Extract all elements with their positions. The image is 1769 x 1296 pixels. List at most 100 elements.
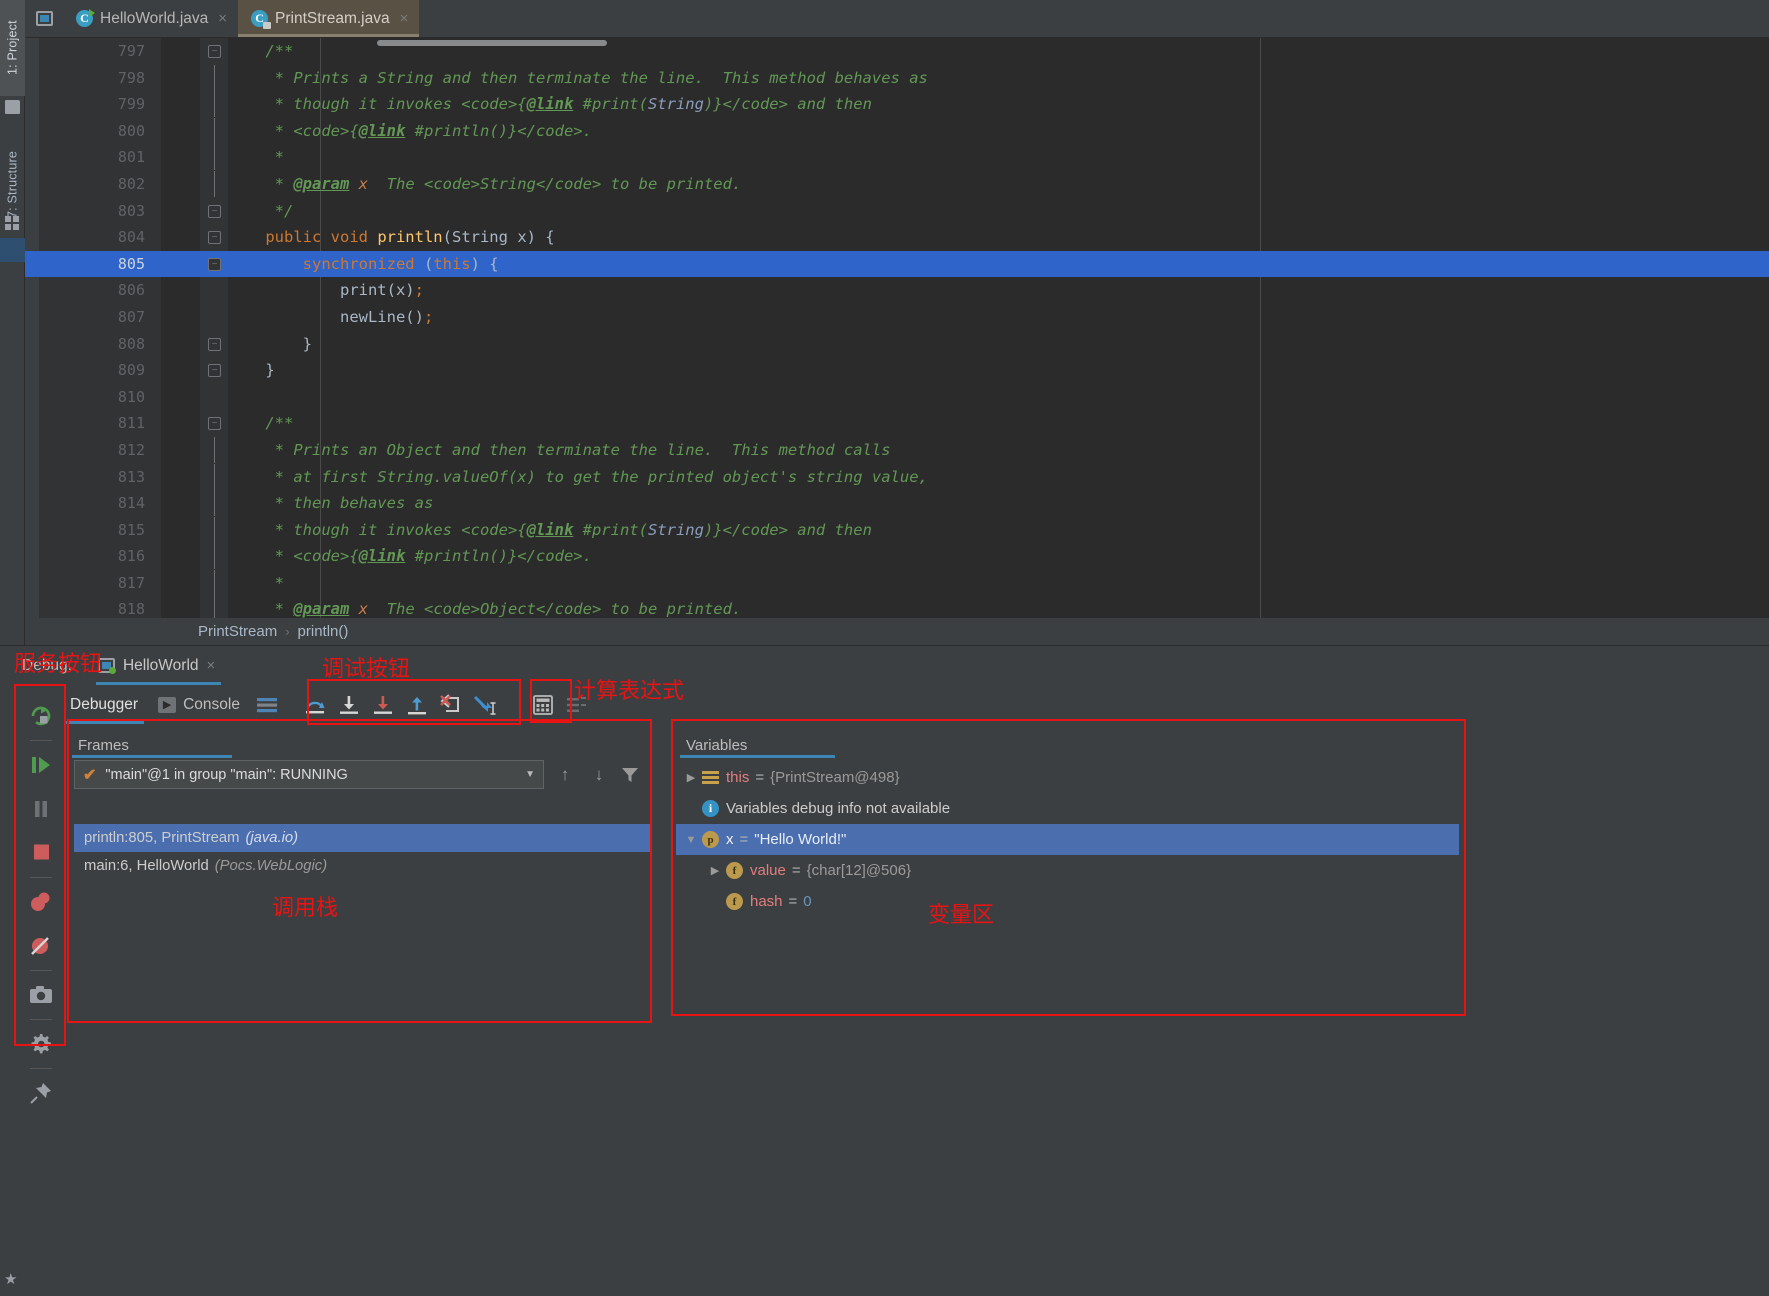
code-text: newLine(); (228, 307, 434, 326)
tab-helloworld-java[interactable]: C HelloWorld.java × (63, 0, 238, 37)
code-line[interactable]: 814 * then behaves as (25, 490, 1769, 517)
tab-label: Console (183, 695, 240, 713)
code-line[interactable]: 805 synchronized (this) { (25, 250, 1769, 278)
fold-region-line (208, 170, 221, 197)
settings-gear-icon[interactable] (22, 1022, 60, 1066)
move-down-icon[interactable]: ↓ (586, 765, 612, 785)
code-line[interactable]: 799 * though it invokes <code>{@link #pr… (25, 91, 1769, 118)
thread-select[interactable]: ✔ "main"@1 in group "main": RUNNING ▼ (74, 760, 544, 789)
close-icon[interactable]: × (218, 10, 227, 27)
code-line[interactable]: 812 * Prints an Object and then terminat… (25, 436, 1769, 464)
code-line[interactable]: 803 */ (25, 198, 1769, 225)
code-line[interactable]: 818 * @param x The <code>Object</code> t… (25, 596, 1769, 618)
debug-session-tab-helloworld[interactable]: HelloWorld × (92, 646, 225, 685)
structure-tab-label: 7: Structure (5, 150, 20, 218)
equals-sign: = (739, 831, 749, 848)
variables-panel: Variables ▶this={PrintStream@498}▶iVaria… (676, 728, 1459, 1264)
parameter-icon: p (702, 831, 719, 848)
code-text: * Prints an Object and then terminate th… (228, 440, 891, 459)
variable-name: value (750, 862, 786, 879)
variable-name: hash (750, 893, 783, 910)
line-number: 800 (117, 121, 145, 140)
code-line[interactable]: 807 newLine(); (25, 304, 1769, 331)
code-line[interactable]: 808 } (25, 331, 1769, 358)
line-number: 804 (117, 228, 145, 247)
code-line[interactable]: 810 (25, 384, 1769, 411)
code-line[interactable]: 811 /** (25, 410, 1769, 437)
fold-toggle-icon[interactable] (208, 337, 221, 351)
step-over-icon[interactable] (298, 685, 332, 724)
breadcrumb[interactable]: PrintStream › println() (161, 618, 1769, 645)
stop-icon[interactable] (22, 831, 60, 875)
mute-breakpoints-icon[interactable] (22, 924, 60, 968)
tab-debugger[interactable]: Debugger (60, 685, 148, 724)
fold-toggle-icon[interactable] (208, 364, 221, 378)
frame-row[interactable]: main:6, HelloWorld (Pocs.WebLogic) (74, 852, 650, 880)
chevron-right-icon[interactable]: ▶ (704, 864, 726, 877)
variable-row[interactable]: ▶ f value = {char[12]@506} (676, 855, 1459, 886)
fold-toggle-icon[interactable] (208, 204, 221, 218)
fold-region-line (208, 596, 221, 618)
evaluate-expression-icon[interactable] (526, 685, 560, 724)
thread-selector-row: ✔ "main"@1 in group "main": RUNNING ▼ ↑ … (68, 758, 652, 791)
chevron-down-icon[interactable]: ▼ (525, 769, 535, 780)
close-icon[interactable]: × (400, 10, 409, 27)
breadcrumb-method[interactable]: println() (298, 623, 349, 640)
code-text: * then behaves as (228, 494, 434, 513)
variable-row[interactable]: ▶ this = {PrintStream@498} (676, 762, 1459, 793)
fold-toggle-icon[interactable] (208, 417, 221, 431)
frame-row[interactable]: println:805, PrintStream (java.io) (74, 824, 650, 852)
code-line[interactable]: 801 * (25, 144, 1769, 171)
code-line[interactable]: 816 * <code>{@link #println()}</code>. (25, 543, 1769, 570)
camera-icon[interactable] (22, 973, 60, 1017)
code-editor[interactable]: 797 /**798 * Prints a String and then te… (25, 38, 1769, 618)
line-number: 803 (117, 201, 145, 220)
pause-program-icon[interactable] (22, 787, 60, 831)
code-line[interactable]: 815 * though it invokes <code>{@link #pr… (25, 516, 1769, 544)
close-icon[interactable]: × (207, 657, 216, 674)
pin-icon[interactable] (22, 1071, 60, 1115)
variables-tree[interactable]: ▶this={PrintStream@498}▶iVariables debug… (676, 762, 1459, 917)
chevron-down-icon[interactable]: ▼ (680, 834, 702, 846)
rerun-icon[interactable] (22, 694, 60, 738)
fold-toggle-icon[interactable] (208, 257, 221, 271)
breadcrumb-class[interactable]: PrintStream (198, 623, 277, 640)
info-icon: i (702, 800, 719, 817)
code-line[interactable]: 804 public void println(String x) { (25, 224, 1769, 251)
fold-toggle-icon[interactable] (208, 45, 221, 58)
tab-console[interactable]: ▶ Console (148, 685, 250, 724)
step-out-icon[interactable] (400, 685, 434, 724)
code-line[interactable]: 802 * @param x The <code>String</code> t… (25, 170, 1769, 198)
run-to-cursor-icon[interactable] (468, 685, 502, 724)
code-line[interactable]: 800 * <code>{@link #println()}</code>. (25, 117, 1769, 145)
force-step-into-icon[interactable] (366, 685, 400, 724)
code-line[interactable]: 817 * (25, 569, 1769, 597)
fold-toggle-icon[interactable] (208, 231, 221, 245)
debug-action-rail (22, 685, 60, 1296)
variable-row[interactable]: ▶i Variables debug info not available (676, 793, 1459, 824)
rail-separator (30, 1019, 52, 1020)
frames-list[interactable]: println:805, PrintStream (java.io) main:6,… (74, 824, 650, 1262)
step-into-icon[interactable] (332, 685, 366, 724)
view-breakpoints-icon[interactable] (22, 880, 60, 924)
variable-row[interactable]: ▶fhash = 0 (676, 886, 1459, 917)
filter-icon[interactable] (620, 766, 646, 784)
chevron-right-icon[interactable]: ▶ (680, 771, 702, 784)
resume-program-icon[interactable] (22, 743, 60, 787)
code-line[interactable]: 806 print(x); (25, 277, 1769, 304)
drop-frame-icon[interactable] (434, 685, 468, 724)
fold-region-line (208, 516, 221, 543)
equals-sign: = (755, 769, 765, 786)
move-up-icon[interactable]: ↑ (552, 765, 578, 785)
variable-row[interactable]: ▼ p x = "Hello World!" (676, 824, 1459, 855)
sidebar-item-project[interactable]: 1: Project (0, 0, 25, 96)
line-number: 805 (117, 254, 145, 273)
line-number: 817 (117, 573, 145, 592)
code-line[interactable]: 798 * Prints a String and then terminate… (25, 64, 1769, 92)
code-line[interactable]: 797 /** (25, 38, 1769, 65)
tab-printstream-java[interactable]: C PrintStream.java × (238, 0, 420, 37)
code-line[interactable]: 809 } (25, 357, 1769, 384)
editor-tabbar-lead (25, 0, 63, 37)
code-line[interactable]: 813 * at first String.valueOf(x) to get … (25, 463, 1769, 491)
layout-settings-icon[interactable] (250, 685, 284, 724)
